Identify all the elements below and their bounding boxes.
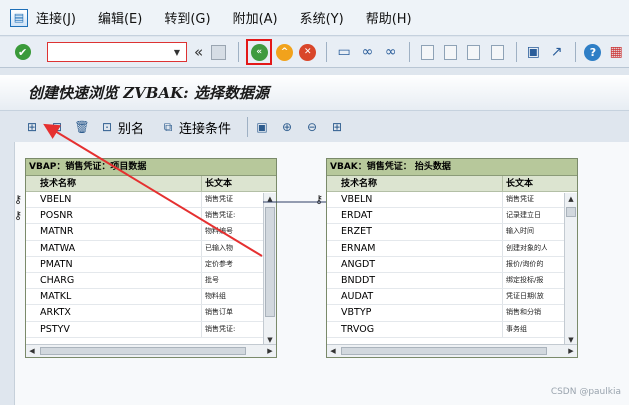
title-bar: 创建快速浏览 ZVBAK: 选择数据源 <box>0 75 629 111</box>
previous-page-button[interactable] <box>440 41 461 63</box>
help-icon: ? <box>584 43 602 61</box>
menu-bar: ▤ 连接(J) 编辑(E) 转到(G) 附加(A) 系统(Y) 帮助(H) <box>0 0 629 36</box>
alias-label: 别名 <box>118 121 145 137</box>
join-conditions-label: 连接条件 <box>179 121 232 137</box>
monitor-icon: ▦ <box>609 44 623 60</box>
back-icon: « <box>250 43 268 61</box>
binoculars-icon: ∞ <box>361 44 374 60</box>
shortcut-icon: ↗ <box>550 44 563 60</box>
binoculars-next-icon: ∞ <box>384 44 397 60</box>
fit-icon: ⊞ <box>332 120 343 134</box>
back-button-highlight[interactable]: « <box>246 39 272 65</box>
last-page-button[interactable] <box>486 41 507 63</box>
print-icon: ▭ <box>337 44 351 60</box>
save-button[interactable] <box>208 41 229 63</box>
last-page-icon <box>490 44 504 60</box>
trash-button[interactable]: 🗑 <box>74 119 93 135</box>
watermark: CSDN @paulkia <box>550 387 621 397</box>
new-session-button[interactable]: ▣ <box>523 41 544 63</box>
trash-icon: 🗑 <box>74 120 90 134</box>
overview-button[interactable]: ▣ <box>254 119 273 135</box>
page-title: 创建快速浏览 ZVBAK: 选择数据源 <box>28 84 269 102</box>
overview-icon: ▣ <box>256 120 268 134</box>
find-next-button[interactable]: ∞ <box>380 41 401 63</box>
menu-item-goto[interactable]: 转到(G) <box>164 8 210 27</box>
find-button[interactable]: ∞ <box>357 41 378 63</box>
toolbar-separator <box>515 42 517 62</box>
first-page-icon <box>420 44 434 60</box>
menu-item-edit[interactable]: 编辑(E) <box>98 8 142 27</box>
alias-button[interactable]: ⊡ 别名 <box>99 118 144 137</box>
zoom-out-icon: ⊖ <box>307 120 318 134</box>
alias-icon: ⊡ <box>101 120 113 134</box>
save-icon <box>211 44 227 60</box>
menu-item-help[interactable]: 帮助(H) <box>366 8 412 27</box>
collapse-chevron-icon[interactable]: « <box>194 43 203 61</box>
sap-app-icon[interactable]: ▤ <box>10 8 28 27</box>
zoom-in-button[interactable]: ⊕ <box>279 119 298 135</box>
delete-table-button[interactable]: ⊟ <box>49 119 68 135</box>
application-toolbar: ⊞ ⊟ 🗑 ⊡ 别名 ⧉ 连接条件 ▣ ⊕ ⊖ ⊞ <box>0 112 629 142</box>
chevron-down-icon[interactable]: ▼ <box>170 44 184 60</box>
exit-button[interactable]: ^ <box>274 41 295 63</box>
next-page-icon <box>467 44 481 60</box>
layout-button[interactable]: ▦ <box>606 41 627 63</box>
zoom-in-icon: ⊕ <box>282 120 293 134</box>
join-line <box>263 201 326 203</box>
join-canvas: VBAP：销售凭证：项目数据 技术名称 长文本 ⚷ VBELN 销售凭证 ⚷ POSNR… <box>14 142 629 405</box>
toolbar-separator <box>575 42 577 62</box>
shortcut-button[interactable]: ↗ <box>546 41 567 63</box>
delete-table-icon: ⊟ <box>51 120 63 134</box>
toolbar-separator <box>409 42 411 62</box>
command-field[interactable]: ▼ <box>47 42 187 62</box>
cancel-button[interactable]: ✕ <box>297 41 318 63</box>
join-conditions-button[interactable]: ⧉ 连接条件 <box>160 118 231 137</box>
menu-item-connect[interactable]: 连接(J) <box>36 8 76 27</box>
toolbar-separator <box>237 42 239 62</box>
toolbar-separator <box>326 42 328 62</box>
enter-button[interactable]: ✔ <box>12 41 33 63</box>
insert-table-button[interactable]: ⊞ <box>24 119 43 135</box>
menu-item-extras[interactable]: 附加(A) <box>233 8 278 27</box>
new-session-icon: ▣ <box>526 44 540 60</box>
fit-button[interactable]: ⊞ <box>329 119 348 135</box>
join-conditions-icon: ⧉ <box>163 119 173 134</box>
menu-item-system[interactable]: 系统(Y) <box>300 8 344 27</box>
next-page-button[interactable] <box>463 41 484 63</box>
help-button[interactable]: ? <box>582 41 603 63</box>
previous-page-icon <box>443 44 457 60</box>
zoom-out-button[interactable]: ⊖ <box>304 119 323 135</box>
insert-table-icon: ⊞ <box>26 120 38 134</box>
toolbar-separator <box>247 117 249 137</box>
exit-icon: ^ <box>275 43 293 61</box>
first-page-button[interactable] <box>416 41 437 63</box>
cancel-icon: ✕ <box>299 43 317 61</box>
print-button[interactable]: ▭ <box>333 41 354 63</box>
checkmark-icon: ✔ <box>14 44 31 60</box>
standard-toolbar: ✔ ▼ « « ^ ✕ ▭ ∞ ∞ ▣ ↗ ? ▦ <box>0 37 629 68</box>
command-input[interactable] <box>48 43 171 61</box>
